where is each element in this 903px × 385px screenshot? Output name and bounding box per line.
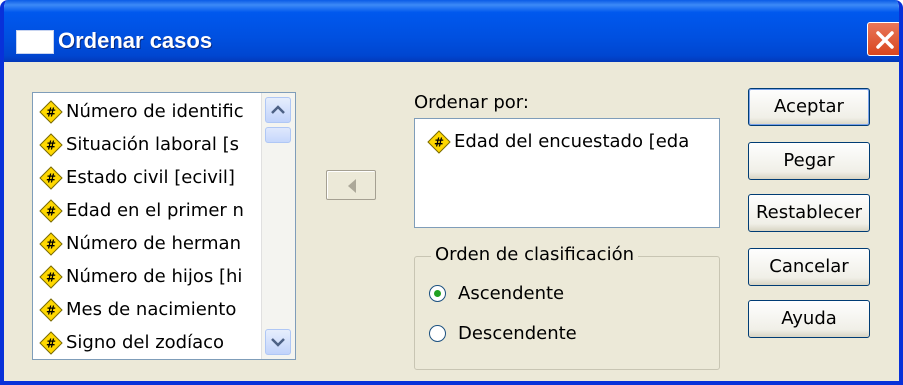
numeric-variable-icon: # — [39, 100, 63, 124]
reset-button[interactable]: Restablecer — [748, 194, 870, 232]
list-item-label: Número de herman — [66, 233, 241, 254]
list-item[interactable]: # Situación laboral [s — [39, 130, 239, 160]
window-icon — [16, 30, 54, 54]
svg-text:#: # — [46, 205, 56, 219]
numeric-variable-icon: # — [39, 133, 63, 157]
move-variable-button[interactable] — [326, 170, 376, 200]
ascending-option[interactable]: Ascendente — [429, 279, 564, 307]
list-item[interactable]: # Número de hijos [hi — [39, 262, 242, 292]
close-icon — [876, 31, 894, 49]
window-title: Ordenar casos — [58, 28, 213, 53]
numeric-variable-icon: # — [39, 298, 63, 322]
list-item[interactable]: # Estado civil [ecivil] — [39, 163, 235, 193]
list-item[interactable]: # Número de herman — [39, 229, 241, 259]
descending-label: Descendente — [458, 322, 577, 344]
paste-button[interactable]: Pegar — [748, 142, 870, 180]
accept-button[interactable]: Aceptar — [748, 88, 870, 126]
list-item-label: Situación laboral [s — [66, 134, 239, 155]
list-item-label: Signo del zodíaco — [66, 332, 225, 353]
scroll-thumb[interactable] — [265, 127, 291, 143]
list-item[interactable]: # Signo del zodíaco — [39, 328, 224, 358]
numeric-variable-icon: # — [39, 265, 63, 289]
list-item-label: Número de hijos [hi — [66, 266, 243, 287]
list-item-label: Edad del encuestado [eda — [454, 131, 690, 152]
arrow-left-icon — [348, 179, 356, 193]
svg-text:#: # — [46, 271, 56, 285]
list-item-label: Edad en el primer n — [66, 200, 244, 221]
list-item[interactable]: # Número de identific — [39, 97, 244, 127]
sort-order-legend: Orden de clasificación — [431, 244, 638, 265]
svg-text:#: # — [46, 238, 56, 252]
scroll-up-button[interactable] — [265, 97, 291, 123]
title-bar[interactable]: Ordenar casos — [4, 0, 899, 62]
variable-list-scrollbar[interactable] — [261, 93, 295, 359]
sort-order-group: Orden de clasificación Ascendente Descen… — [414, 244, 720, 370]
descending-option[interactable]: Descendente — [429, 319, 577, 347]
list-item-label: Número de identific — [66, 101, 244, 122]
help-button[interactable]: Ayuda — [748, 300, 870, 338]
numeric-variable-icon: # — [39, 199, 63, 223]
descending-radio[interactable] — [429, 324, 446, 342]
sort-by-list[interactable]: # Edad del encuestado [eda — [414, 118, 720, 228]
ascending-radio[interactable] — [429, 284, 446, 302]
numeric-variable-icon: # — [39, 166, 63, 190]
list-item[interactable]: # Edad en el primer n — [39, 196, 244, 226]
svg-text:#: # — [46, 139, 56, 153]
svg-text:#: # — [46, 106, 56, 120]
svg-text:#: # — [46, 172, 56, 186]
numeric-variable-icon: # — [39, 232, 63, 256]
close-button[interactable] — [867, 22, 899, 56]
scroll-down-button[interactable] — [265, 329, 291, 355]
chevron-up-icon — [271, 105, 285, 114]
svg-text:#: # — [434, 136, 444, 150]
list-item-label: Mes de nacimiento — [66, 299, 237, 320]
chevron-down-icon — [271, 338, 285, 347]
sort-cases-dialog: Ordenar casos # Número de identific # Situ… — [0, 0, 903, 385]
ascending-label: Ascendente — [458, 282, 565, 304]
numeric-variable-icon: # — [427, 130, 451, 154]
svg-text:#: # — [46, 337, 56, 351]
list-item[interactable]: # Edad del encuestado [eda — [427, 127, 689, 157]
numeric-variable-icon: # — [39, 331, 63, 355]
list-item[interactable]: # Mes de nacimiento — [39, 295, 236, 325]
svg-text:#: # — [46, 304, 56, 318]
sort-by-label: Ordenar por: — [414, 92, 529, 113]
dialog-body: # Número de identific # Situación laboral … — [4, 62, 899, 381]
cancel-button[interactable]: Cancelar — [748, 248, 870, 286]
list-item-label: Estado civil [ecivil] — [66, 167, 235, 188]
variable-list[interactable]: # Número de identific # Situación laboral … — [32, 92, 296, 360]
